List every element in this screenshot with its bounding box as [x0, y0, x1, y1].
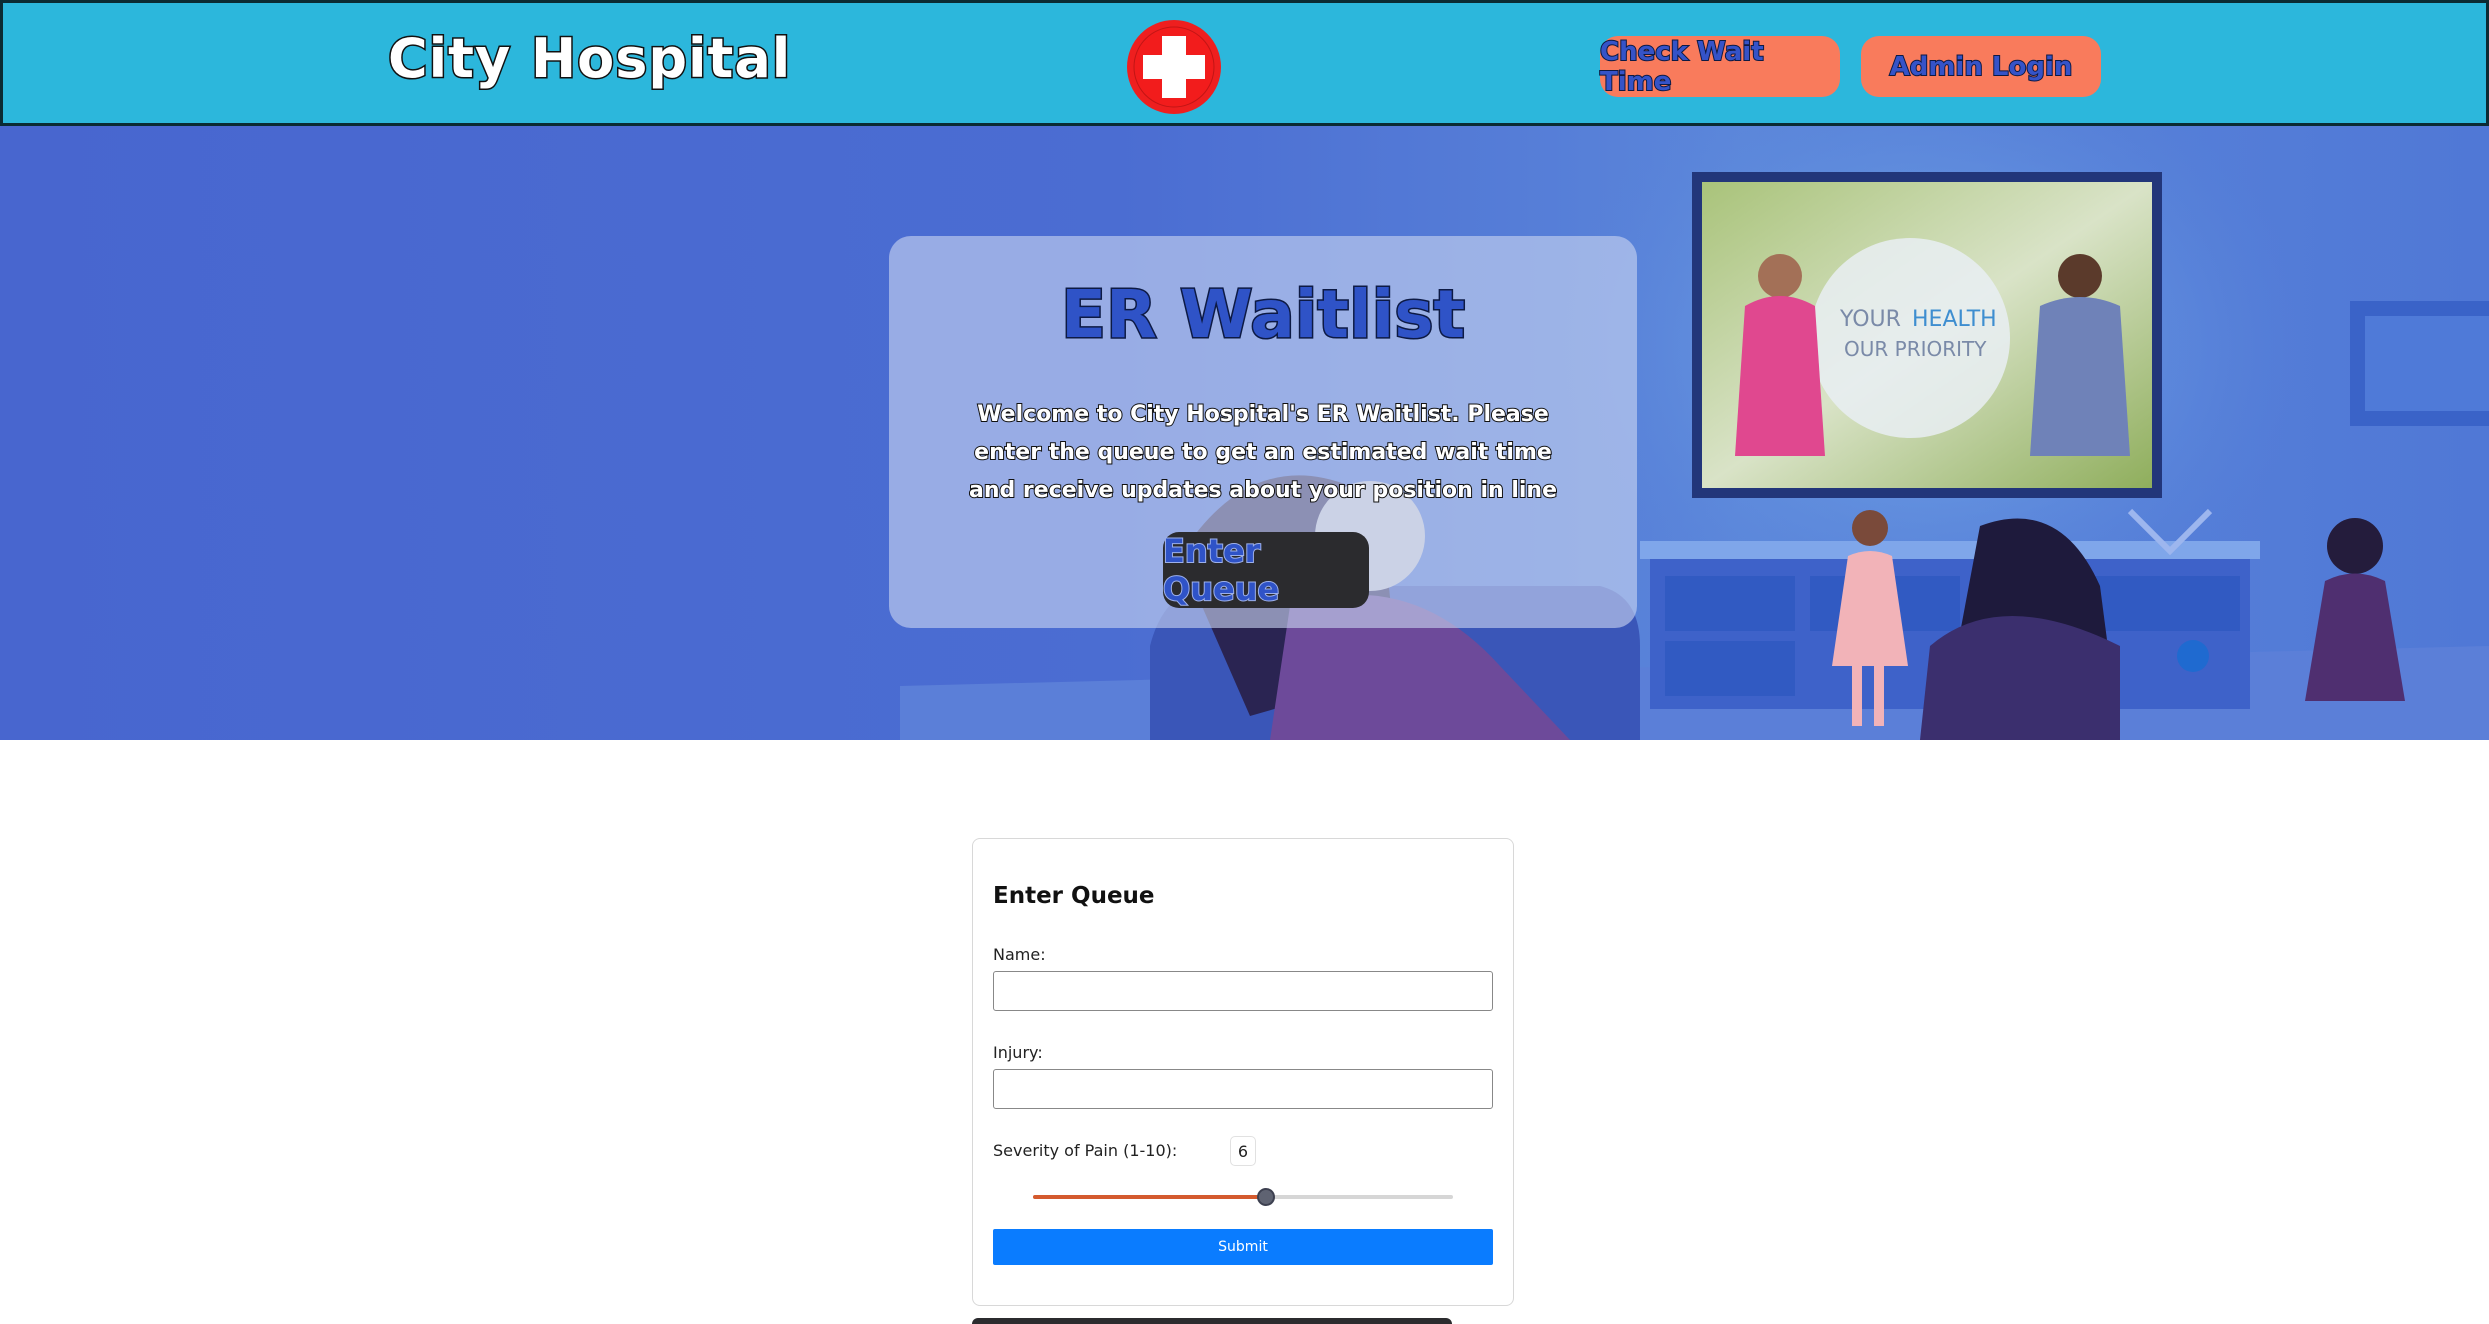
tv-text-health: HEALTH: [1912, 307, 1997, 332]
red-cross-icon[interactable]: [1125, 18, 1223, 116]
submit-button[interactable]: Submit: [993, 1229, 1493, 1265]
brand-title[interactable]: City Hospital: [386, 26, 791, 92]
form-title: Enter Queue: [993, 883, 1155, 909]
hero-card: ER Waitlist Welcome to City Hospital's E…: [889, 236, 1637, 628]
enter-queue-form: Enter Queue Name: Injury: Severity of Pa…: [972, 838, 1514, 1306]
enter-queue-button[interactable]: Enter Queue: [1162, 531, 1369, 609]
name-label: Name:: [993, 945, 1046, 964]
hero-banner: YOUR HEALTH OUR PRIORITY ER Waitlist Wel…: [0, 126, 2489, 740]
admin-login-button[interactable]: Admin Login: [1861, 36, 2101, 97]
tv-text-your: YOUR: [1839, 307, 1901, 332]
severity-label: Severity of Pain (1-10):: [993, 1141, 1178, 1160]
slider-fill: [1033, 1195, 1266, 1199]
name-input[interactable]: [993, 971, 1493, 1011]
hero-title: ER Waitlist: [1059, 275, 1466, 355]
severity-value: 6: [1230, 1136, 1256, 1166]
check-wait-time-button[interactable]: Check Wait Time: [1599, 36, 1840, 98]
severity-slider[interactable]: [1033, 1185, 1453, 1209]
hero-description: Welcome to City Hospital's ER Waitlist. …: [968, 401, 1558, 504]
injury-input[interactable]: [993, 1069, 1493, 1109]
slider-thumb[interactable]: [1257, 1188, 1275, 1206]
injury-label: Injury:: [993, 1043, 1043, 1062]
tv-text-priority: OUR PRIORITY: [1844, 337, 1987, 361]
site-header: City Hospital Check Wait Time Admin Logi…: [0, 0, 2489, 126]
footer-edge: [972, 1318, 1452, 1324]
